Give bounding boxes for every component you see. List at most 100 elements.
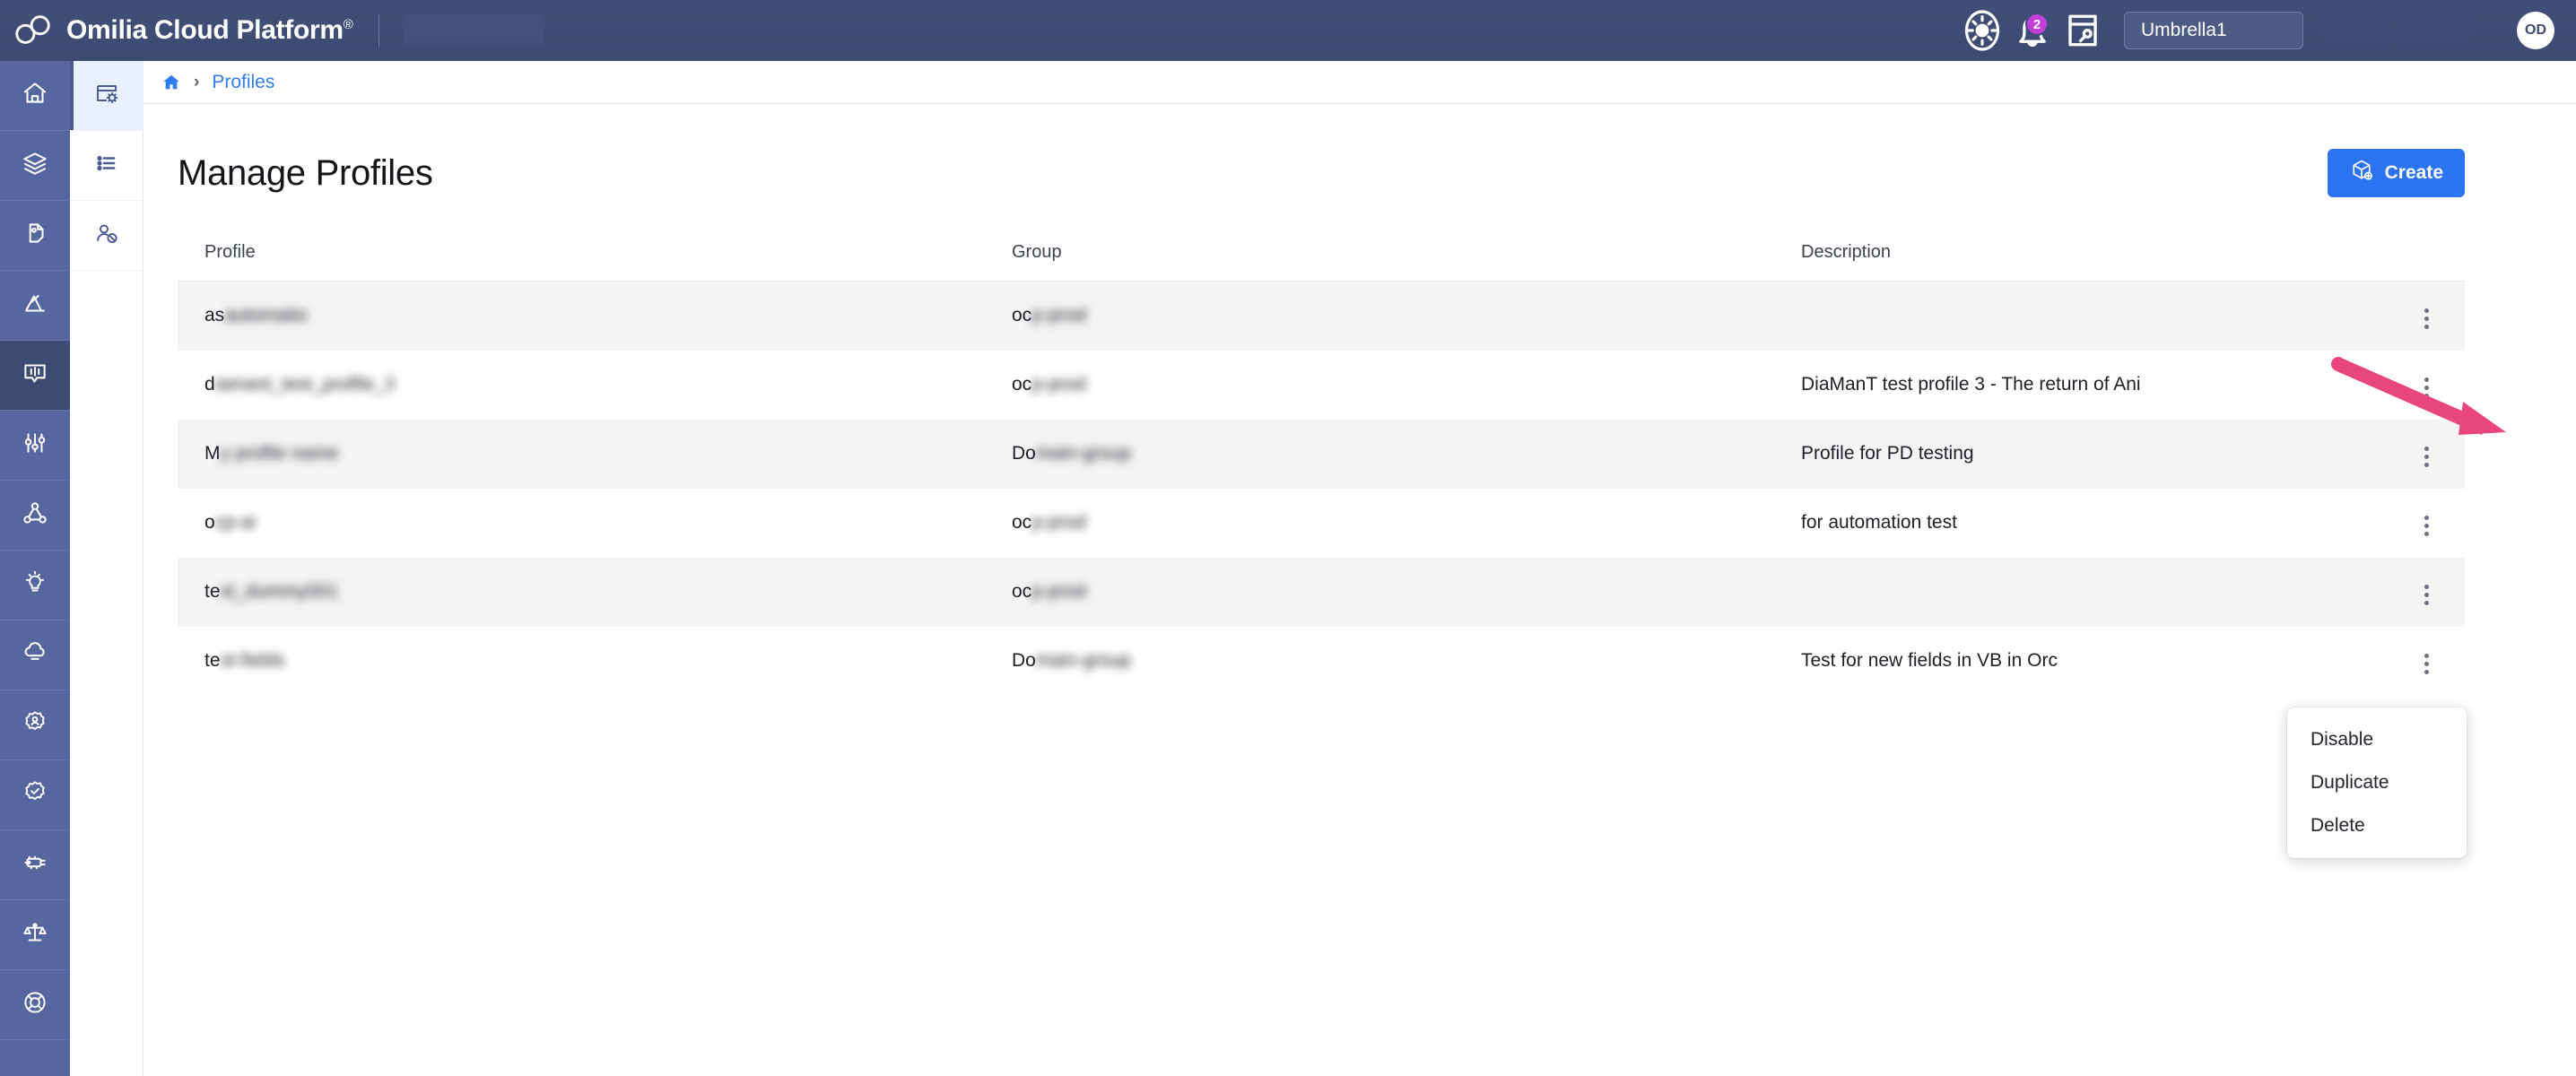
notifications-bell-icon[interactable]: 2: [2007, 5, 2058, 56]
cell-actions: [2384, 627, 2465, 696]
page-header: Manage Profiles Create: [144, 104, 2576, 197]
tenant-selector[interactable]: Umbrella1: [2124, 12, 2303, 49]
cell-group: oc p-prod: [985, 282, 1774, 351]
breadcrumb-current[interactable]: Profiles: [212, 72, 274, 93]
redacted-profile-name: as automatio: [205, 305, 308, 326]
redacted-group-name: Do main-group: [1012, 650, 1132, 671]
column-header-actions: [2384, 226, 2465, 282]
brand-title: Omilia Cloud Platform®: [66, 15, 353, 45]
breadcrumb-home-icon[interactable]: [161, 73, 181, 92]
table-body: as automatio oc p-prod d iamant_test_profil…: [178, 281, 2465, 696]
omilia-cloud-logo-icon: [13, 10, 54, 51]
table-row[interactable]: te st-fields Do main-group Test for new fi…: [178, 626, 2465, 696]
top-bar-actions: 2 Umbrella1 OD: [1957, 5, 2576, 56]
kebab-menu-icon[interactable]: [2419, 303, 2434, 334]
cell-description: Test for new fields in VB in Orc: [1801, 650, 2058, 671]
avatar[interactable]: OD: [2517, 12, 2554, 49]
cell-description: DiaManT test profile 3 - The return of A…: [1801, 374, 2141, 395]
column-header-description: Description: [1774, 226, 2384, 282]
sidebar-item-dialog[interactable]: [0, 341, 70, 411]
table-row[interactable]: o cp-ai oc p-prod for automation test: [178, 488, 2465, 558]
redacted-profile-name: o cp-ai: [205, 512, 257, 533]
notification-count-badge: 2: [2025, 13, 2049, 36]
cell-group: oc p-prod: [985, 351, 1774, 420]
kebab-menu-icon[interactable]: [2419, 372, 2434, 404]
cell-actions: [2384, 558, 2465, 627]
table-row[interactable]: My profile name Do main-group Profile for…: [178, 419, 2465, 489]
table-header-row: Profile Group Description: [178, 226, 2465, 282]
cell-group: oc p-prod: [985, 489, 1774, 558]
table-row[interactable]: te st_dummy001 oc p-prod: [178, 557, 2465, 627]
context-menu-item-duplicate[interactable]: Duplicate: [2287, 761, 2467, 804]
create-button-label: Create: [2384, 162, 2443, 183]
tenant-placeholder-block: [2321, 15, 2470, 46]
cell-profile: te st_dummy001: [178, 558, 985, 627]
context-menu-item-disable[interactable]: Disable: [2287, 718, 2467, 761]
sidebar-item-security[interactable]: [0, 760, 70, 830]
sliders-icon: [20, 428, 50, 463]
profiles-table: Profile Group Description as automatio oc…: [178, 226, 2465, 696]
kebab-menu-icon[interactable]: [2419, 648, 2434, 680]
cell-description: [1774, 558, 2384, 627]
redacted-profile-name: te st_dummy001: [205, 581, 339, 602]
lifebuoy-icon: [20, 987, 50, 1022]
redacted-group-name: oc p-prod: [1012, 512, 1086, 533]
sidebar-item-cloud[interactable]: [0, 620, 70, 690]
sidebar-item-home[interactable]: [0, 61, 70, 131]
sidebar-item-layers[interactable]: [0, 131, 70, 201]
redacted-profile-name: d iamant_test_profile_3: [205, 374, 396, 395]
column-header-group: Group: [985, 226, 1774, 282]
cell-profile: My profile name: [178, 420, 985, 489]
cell-actions: [2384, 351, 2465, 420]
kebab-menu-icon[interactable]: [2419, 510, 2434, 542]
tenant-label: Umbrella1: [2141, 20, 2227, 40]
cell-group: Do main-group: [985, 420, 1774, 489]
sidebar-item-blocked-users[interactable]: [70, 201, 144, 271]
brand[interactable]: Omilia Cloud Platform®: [0, 10, 353, 51]
main-content: › Profiles Manage Profiles Create Profil…: [144, 61, 2576, 1076]
profiles-table-wrapper: Profile Group Description as automatio oc…: [178, 226, 2467, 858]
context-menu-item-delete[interactable]: Delete: [2287, 804, 2467, 847]
primary-sidebar: [0, 61, 70, 1076]
cell-profile: te st-fields: [178, 627, 985, 696]
note-edit-icon[interactable]: [2058, 5, 2108, 56]
sidebar-item-compliance[interactable]: [0, 900, 70, 970]
sidebar-item-analytics[interactable]: [0, 271, 70, 341]
kebab-menu-icon[interactable]: [2419, 441, 2434, 473]
sidebar-item-insights[interactable]: [0, 551, 70, 620]
cloud-icon: [20, 638, 50, 672]
theme-sun-icon[interactable]: [1957, 5, 2007, 56]
list-icon: [92, 149, 121, 182]
redacted-profile-name: te st-fields: [205, 650, 285, 671]
sidebar-item-lists[interactable]: [70, 131, 144, 201]
sidebar-item-infrastructure[interactable]: [0, 830, 70, 900]
cell-actions: [2384, 282, 2465, 351]
cell-profile: as automatio: [178, 282, 985, 351]
speech-bubble-icon: [20, 358, 50, 393]
sidebar-item-tag[interactable]: [0, 201, 70, 271]
cube-plus-icon: [2349, 158, 2374, 188]
sidebar-item-admin[interactable]: [0, 690, 70, 760]
sidebar-item-tuning[interactable]: [0, 411, 70, 481]
page-title: Manage Profiles: [178, 152, 433, 193]
redacted-group-name: Do main-group: [1012, 443, 1132, 464]
secondary-sidebar: [70, 61, 144, 1076]
top-bar: Omilia Cloud Platform® 2 Umbrella1 OD: [0, 0, 2576, 61]
kebab-menu-icon[interactable]: [2419, 579, 2434, 611]
registered-mark: ®: [343, 17, 353, 32]
redacted-group-name: oc p-prod: [1012, 581, 1086, 602]
table-row[interactable]: as automatio oc p-prod: [178, 281, 2465, 351]
sidebar-item-support[interactable]: [0, 970, 70, 1040]
sidebar-item-graph[interactable]: [0, 481, 70, 551]
gear-user-icon: [20, 707, 50, 742]
row-context-menu: Disable Duplicate Delete: [2287, 707, 2467, 858]
cell-actions: [2384, 420, 2465, 489]
server-chip-icon: [20, 847, 50, 882]
cell-description: Profile for PD testing: [1801, 443, 1974, 464]
cell-group: Do main-group: [985, 627, 1774, 696]
cell-actions: [2384, 489, 2465, 558]
cell-description: for automation test: [1801, 512, 1957, 533]
sidebar-item-profiles[interactable]: [70, 61, 144, 131]
create-button[interactable]: Create: [2327, 149, 2465, 197]
table-row[interactable]: d iamant_test_profile_3 oc p-prod DiaManT …: [178, 350, 2465, 420]
